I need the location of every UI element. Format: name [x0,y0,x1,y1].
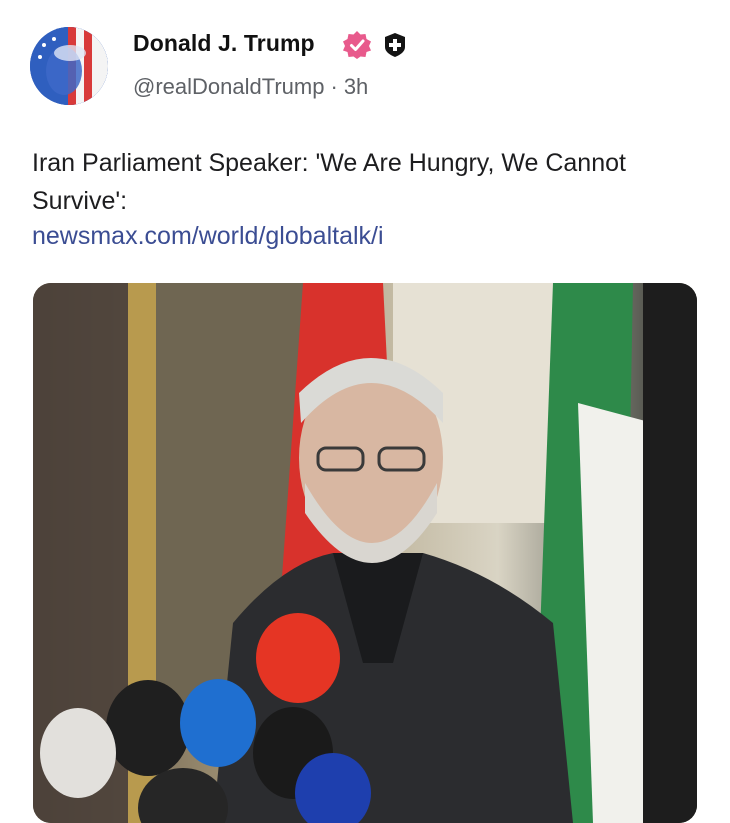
post-text: Iran Parliament Speaker: 'We Are Hungry,… [32,149,626,215]
avatar[interactable] [30,27,108,105]
separator-dot: · [330,74,338,99]
author-name[interactable]: Donald J. Trump [133,30,315,57]
post-media-image[interactable] [33,283,697,823]
plus-badge-icon [385,33,405,57]
post-link[interactable]: newsmax.com/world/globaltalk/i [32,220,384,252]
verified-badge-icon [343,31,371,59]
author-handle: @realDonaldTrump · 3h [133,74,368,100]
truth-post: Donald J. Trump @realDonaldTrump · 3h Iran… [0,0,730,823]
handle-text[interactable]: @realDonaldTrump [133,74,324,99]
post-time[interactable]: 3h [344,74,368,99]
